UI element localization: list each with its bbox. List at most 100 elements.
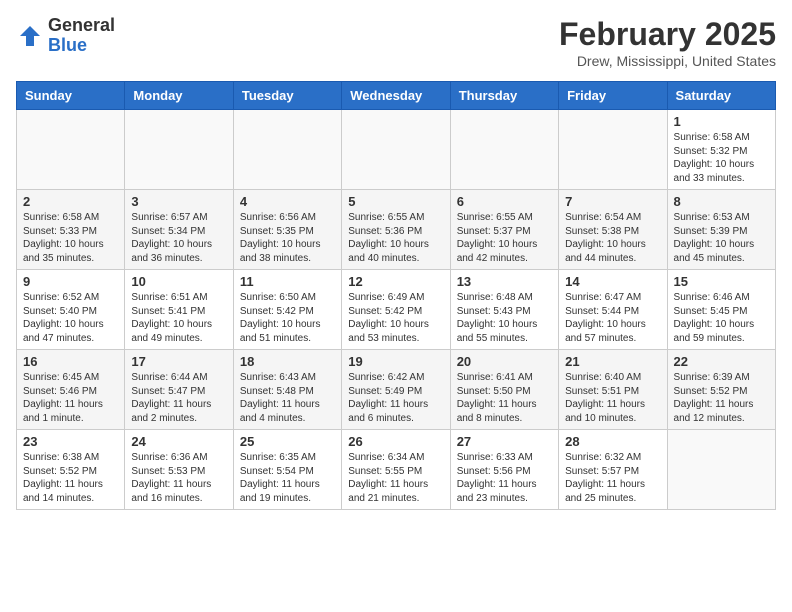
calendar-day-cell: 14 Sunrise: 6:47 AM Sunset: 5:44 PM Dayli… bbox=[559, 270, 667, 350]
day-info: Sunrise: 6:33 AM Sunset: 5:56 PM Dayligh… bbox=[457, 451, 552, 505]
day-info: Sunrise: 6:35 AM Sunset: 5:54 PM Dayligh… bbox=[240, 451, 335, 505]
calendar-week-row: 2Sunrise: 6:58 AM Sunset: 5:33 PM Daylig… bbox=[17, 190, 776, 270]
calendar-day-cell: 4 Sunrise: 6:56 AM Sunset: 5:35 PM Daylig… bbox=[233, 190, 341, 270]
calendar-day-cell: 5Sunrise: 6:55 AM Sunset: 5:36 PM Daylig… bbox=[342, 190, 450, 270]
location-subtitle: Drew, Mississippi, United States bbox=[559, 53, 776, 69]
weekday-header: Wednesday bbox=[342, 82, 450, 110]
calendar-day-cell: 6 Sunrise: 6:55 AM Sunset: 5:37 PM Daylig… bbox=[450, 190, 558, 270]
calendar-day-cell: 7Sunrise: 6:54 AM Sunset: 5:38 PM Daylig… bbox=[559, 190, 667, 270]
day-number: 9 bbox=[23, 274, 118, 289]
weekday-header: Friday bbox=[559, 82, 667, 110]
calendar-day-cell: 24Sunrise: 6:36 AM Sunset: 5:53 PM Dayli… bbox=[125, 430, 233, 510]
day-number: 16 bbox=[23, 354, 118, 369]
day-number: 20 bbox=[457, 354, 552, 369]
day-number: 25 bbox=[240, 434, 335, 449]
day-info: Sunrise: 6:41 AM Sunset: 5:50 PM Dayligh… bbox=[457, 371, 552, 425]
day-info: Sunrise: 6:55 AM Sunset: 5:36 PM Dayligh… bbox=[348, 211, 443, 265]
day-number: 12 bbox=[348, 274, 443, 289]
logo-general-text: General bbox=[48, 16, 115, 36]
day-info: Sunrise: 6:36 AM Sunset: 5:53 PM Dayligh… bbox=[131, 451, 226, 505]
calendar-day-cell: 1 Sunrise: 6:58 AM Sunset: 5:32 PM Daylig… bbox=[667, 110, 775, 190]
day-number: 2 bbox=[23, 194, 118, 209]
weekday-header: Saturday bbox=[667, 82, 775, 110]
day-info: Sunrise: 6:53 AM Sunset: 5:39 PM Dayligh… bbox=[674, 211, 769, 265]
day-info: Sunrise: 6:46 AM Sunset: 5:45 PM Dayligh… bbox=[674, 291, 769, 345]
day-info: Sunrise: 6:55 AM Sunset: 5:37 PM Dayligh… bbox=[457, 211, 552, 265]
day-number: 19 bbox=[348, 354, 443, 369]
calendar-week-row: 16Sunrise: 6:45 AM Sunset: 5:46 PM Dayli… bbox=[17, 350, 776, 430]
day-number: 6 bbox=[457, 194, 552, 209]
weekday-header: Thursday bbox=[450, 82, 558, 110]
day-info: Sunrise: 6:34 AM Sunset: 5:55 PM Dayligh… bbox=[348, 451, 443, 505]
calendar-day-cell: 27 Sunrise: 6:33 AM Sunset: 5:56 PM Dayli… bbox=[450, 430, 558, 510]
page-header: General Blue February 2025 Drew, Mississ… bbox=[16, 16, 776, 69]
day-info: Sunrise: 6:43 AM Sunset: 5:48 PM Dayligh… bbox=[240, 371, 335, 425]
day-info: Sunrise: 6:40 AM Sunset: 5:51 PM Dayligh… bbox=[565, 371, 660, 425]
day-number: 14 bbox=[565, 274, 660, 289]
day-info: Sunrise: 6:38 AM Sunset: 5:52 PM Dayligh… bbox=[23, 451, 118, 505]
calendar-day-cell: 17Sunrise: 6:44 AM Sunset: 5:47 PM Dayli… bbox=[125, 350, 233, 430]
weekday-header: Tuesday bbox=[233, 82, 341, 110]
calendar-day-cell: 3 Sunrise: 6:57 AM Sunset: 5:34 PM Daylig… bbox=[125, 190, 233, 270]
day-info: Sunrise: 6:58 AM Sunset: 5:32 PM Dayligh… bbox=[674, 131, 769, 185]
day-info: Sunrise: 6:56 AM Sunset: 5:35 PM Dayligh… bbox=[240, 211, 335, 265]
day-number: 4 bbox=[240, 194, 335, 209]
day-info: Sunrise: 6:32 AM Sunset: 5:57 PM Dayligh… bbox=[565, 451, 660, 505]
day-number: 11 bbox=[240, 274, 335, 289]
calendar-day-cell: 26Sunrise: 6:34 AM Sunset: 5:55 PM Dayli… bbox=[342, 430, 450, 510]
day-number: 15 bbox=[674, 274, 769, 289]
calendar-day-cell: 15 Sunrise: 6:46 AM Sunset: 5:45 PM Dayli… bbox=[667, 270, 775, 350]
calendar-day-cell: 18 Sunrise: 6:43 AM Sunset: 5:48 PM Dayli… bbox=[233, 350, 341, 430]
calendar-day-cell: 23 Sunrise: 6:38 AM Sunset: 5:52 PM Dayli… bbox=[17, 430, 125, 510]
calendar-day-cell bbox=[342, 110, 450, 190]
day-number: 21 bbox=[565, 354, 660, 369]
calendar-day-cell: 20 Sunrise: 6:41 AM Sunset: 5:50 PM Dayli… bbox=[450, 350, 558, 430]
day-number: 27 bbox=[457, 434, 552, 449]
day-info: Sunrise: 6:44 AM Sunset: 5:47 PM Dayligh… bbox=[131, 371, 226, 425]
month-title: February 2025 bbox=[559, 16, 776, 53]
day-info: Sunrise: 6:47 AM Sunset: 5:44 PM Dayligh… bbox=[565, 291, 660, 345]
calendar-day-cell bbox=[233, 110, 341, 190]
weekday-header: Sunday bbox=[17, 82, 125, 110]
calendar-day-cell: 21 Sunrise: 6:40 AM Sunset: 5:51 PM Dayli… bbox=[559, 350, 667, 430]
calendar-week-row: 23 Sunrise: 6:38 AM Sunset: 5:52 PM Dayli… bbox=[17, 430, 776, 510]
day-number: 3 bbox=[131, 194, 226, 209]
calendar-day-cell: 22 Sunrise: 6:39 AM Sunset: 5:52 PM Dayli… bbox=[667, 350, 775, 430]
calendar-week-row: 1 Sunrise: 6:58 AM Sunset: 5:32 PM Daylig… bbox=[17, 110, 776, 190]
day-info: Sunrise: 6:39 AM Sunset: 5:52 PM Dayligh… bbox=[674, 371, 769, 425]
day-number: 1 bbox=[674, 114, 769, 129]
day-number: 23 bbox=[23, 434, 118, 449]
logo: General Blue bbox=[16, 16, 115, 56]
day-number: 7 bbox=[565, 194, 660, 209]
logo-blue-text: Blue bbox=[48, 36, 115, 56]
day-info: Sunrise: 6:51 AM Sunset: 5:41 PM Dayligh… bbox=[131, 291, 226, 345]
calendar-day-cell: 19Sunrise: 6:42 AM Sunset: 5:49 PM Dayli… bbox=[342, 350, 450, 430]
calendar-day-cell: 16Sunrise: 6:45 AM Sunset: 5:46 PM Dayli… bbox=[17, 350, 125, 430]
logo-text: General Blue bbox=[48, 16, 115, 56]
calendar-day-cell bbox=[17, 110, 125, 190]
day-info: Sunrise: 6:48 AM Sunset: 5:43 PM Dayligh… bbox=[457, 291, 552, 345]
day-number: 22 bbox=[674, 354, 769, 369]
day-number: 18 bbox=[240, 354, 335, 369]
day-number: 8 bbox=[674, 194, 769, 209]
logo-icon bbox=[16, 22, 44, 50]
day-number: 13 bbox=[457, 274, 552, 289]
calendar-day-cell bbox=[450, 110, 558, 190]
calendar-table: SundayMondayTuesdayWednesdayThursdayFrid… bbox=[16, 81, 776, 510]
calendar-day-cell bbox=[125, 110, 233, 190]
calendar-day-cell bbox=[667, 430, 775, 510]
day-info: Sunrise: 6:49 AM Sunset: 5:42 PM Dayligh… bbox=[348, 291, 443, 345]
calendar-header-row: SundayMondayTuesdayWednesdayThursdayFrid… bbox=[17, 82, 776, 110]
calendar-day-cell: 9Sunrise: 6:52 AM Sunset: 5:40 PM Daylig… bbox=[17, 270, 125, 350]
calendar-day-cell: 11 Sunrise: 6:50 AM Sunset: 5:42 PM Dayli… bbox=[233, 270, 341, 350]
day-number: 10 bbox=[131, 274, 226, 289]
calendar-day-cell: 25 Sunrise: 6:35 AM Sunset: 5:54 PM Dayli… bbox=[233, 430, 341, 510]
day-info: Sunrise: 6:50 AM Sunset: 5:42 PM Dayligh… bbox=[240, 291, 335, 345]
calendar-day-cell: 10 Sunrise: 6:51 AM Sunset: 5:41 PM Dayli… bbox=[125, 270, 233, 350]
calendar-day-cell: 8 Sunrise: 6:53 AM Sunset: 5:39 PM Daylig… bbox=[667, 190, 775, 270]
calendar-week-row: 9Sunrise: 6:52 AM Sunset: 5:40 PM Daylig… bbox=[17, 270, 776, 350]
day-number: 28 bbox=[565, 434, 660, 449]
weekday-header: Monday bbox=[125, 82, 233, 110]
calendar-day-cell bbox=[559, 110, 667, 190]
day-info: Sunrise: 6:57 AM Sunset: 5:34 PM Dayligh… bbox=[131, 211, 226, 265]
